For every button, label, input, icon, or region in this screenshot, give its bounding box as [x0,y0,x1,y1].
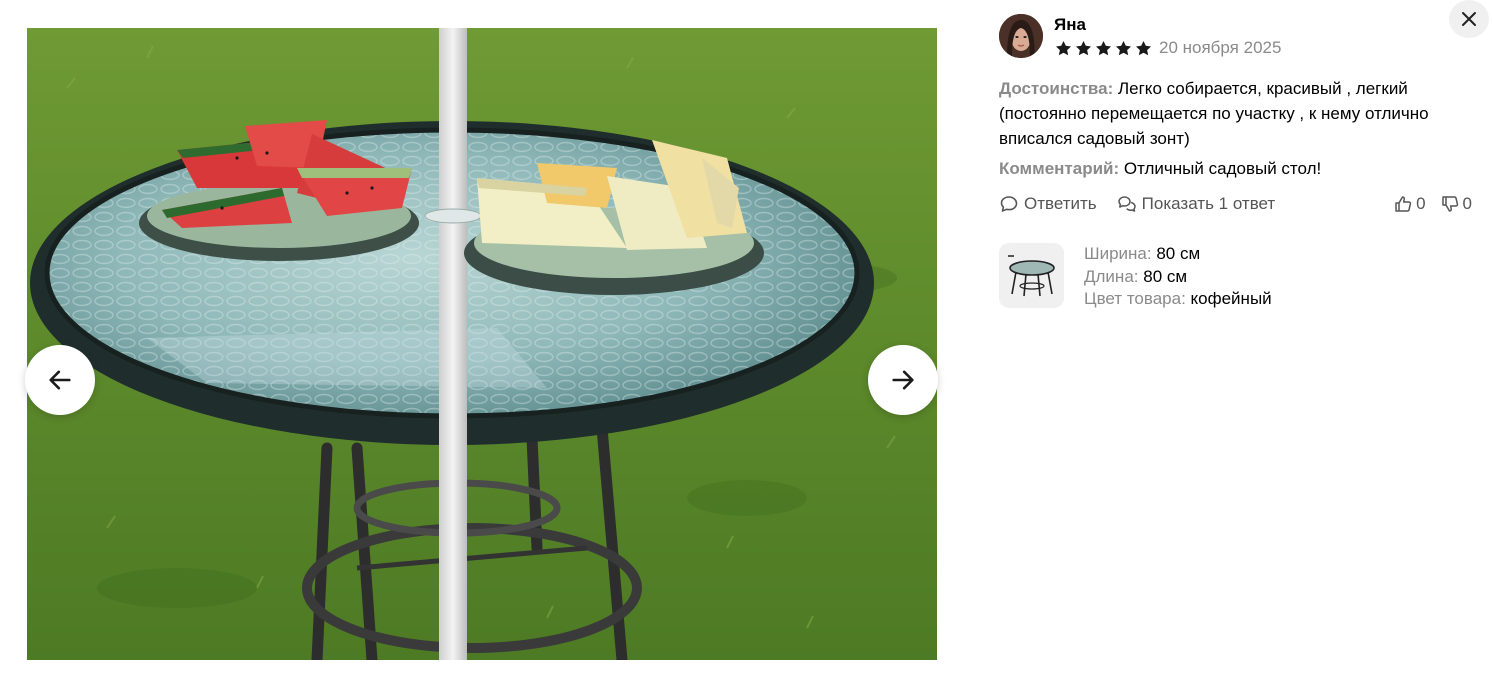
previous-photo-button[interactable] [25,345,95,415]
spec-row: Цвет товара: кофейный [1084,288,1272,311]
comment-text: Отличный садовый стол! [1123,159,1322,178]
table-photo-illustration [27,28,937,660]
spec-length-key: Длина: [1084,266,1139,286]
user-avatar-image [999,14,1043,58]
advantages-label: Достоинства: [999,79,1114,98]
table-product-image [1007,254,1055,296]
rating-stars [1054,39,1153,58]
star-icon [1075,40,1092,55]
spec-color-key: Цвет товара: [1084,289,1186,308]
review-author-row: Яна 20 ноября 2025 [999,14,1479,62]
spec-color-value: кофейный [1190,289,1272,308]
arrow-left-icon [49,370,71,390]
reviewed-product: Ширина: 80 см Длина: 80 см Цвет товара: … [999,243,1479,311]
comments-icon [1117,196,1136,212]
show-replies-button[interactable]: Показать 1 ответ [1117,194,1276,214]
show-replies-label: Показать 1 ответ [1141,194,1276,213]
thumbs-down-icon [1441,196,1458,212]
dislike-button[interactable]: 0 [1440,194,1472,214]
review-panel: Яна 20 ноября 2025 Достоинства: Легко со… [999,14,1479,311]
review-comment: Комментарий: Отличный садовый стол! [999,156,1479,181]
like-button[interactable]: 0 [1393,194,1426,214]
dislike-count: 0 [1462,194,1472,213]
next-photo-button[interactable] [868,345,938,415]
review-photo[interactable] [27,28,937,660]
review-photo-gallery [0,0,965,688]
spec-width-key: Ширина: [1084,244,1152,263]
like-count: 0 [1416,194,1426,213]
avatar[interactable] [999,14,1043,58]
review-date: 20 ноября 2025 [1159,38,1282,57]
speech-bubble-icon [1000,196,1018,212]
spec-row: Ширина: 80 см [1084,243,1272,266]
spec-row: Длина: 80 см [1084,266,1272,289]
star-icon [1055,40,1072,55]
star-icon [1135,40,1152,55]
thumbs-up-icon [1395,196,1412,212]
star-icon [1115,40,1132,55]
arrow-right-icon [892,370,914,390]
reply-button[interactable]: Ответить [999,194,1097,214]
reply-label: Ответить [1024,194,1097,213]
product-specs: Ширина: 80 см Длина: 80 см Цвет товара: … [1084,243,1272,311]
review-actions: Ответить Показать 1 ответ 0 0 [999,191,1479,217]
review-advantages: Достоинства: Легко собирается, красивый … [999,76,1479,151]
product-thumbnail[interactable] [999,243,1064,308]
spec-length-value: 80 см [1143,266,1188,286]
spec-width-value: 80 см [1156,244,1201,263]
star-icon [1095,40,1112,55]
comment-label: Комментарий: [999,159,1120,178]
author-name: Яна [1054,15,1086,34]
